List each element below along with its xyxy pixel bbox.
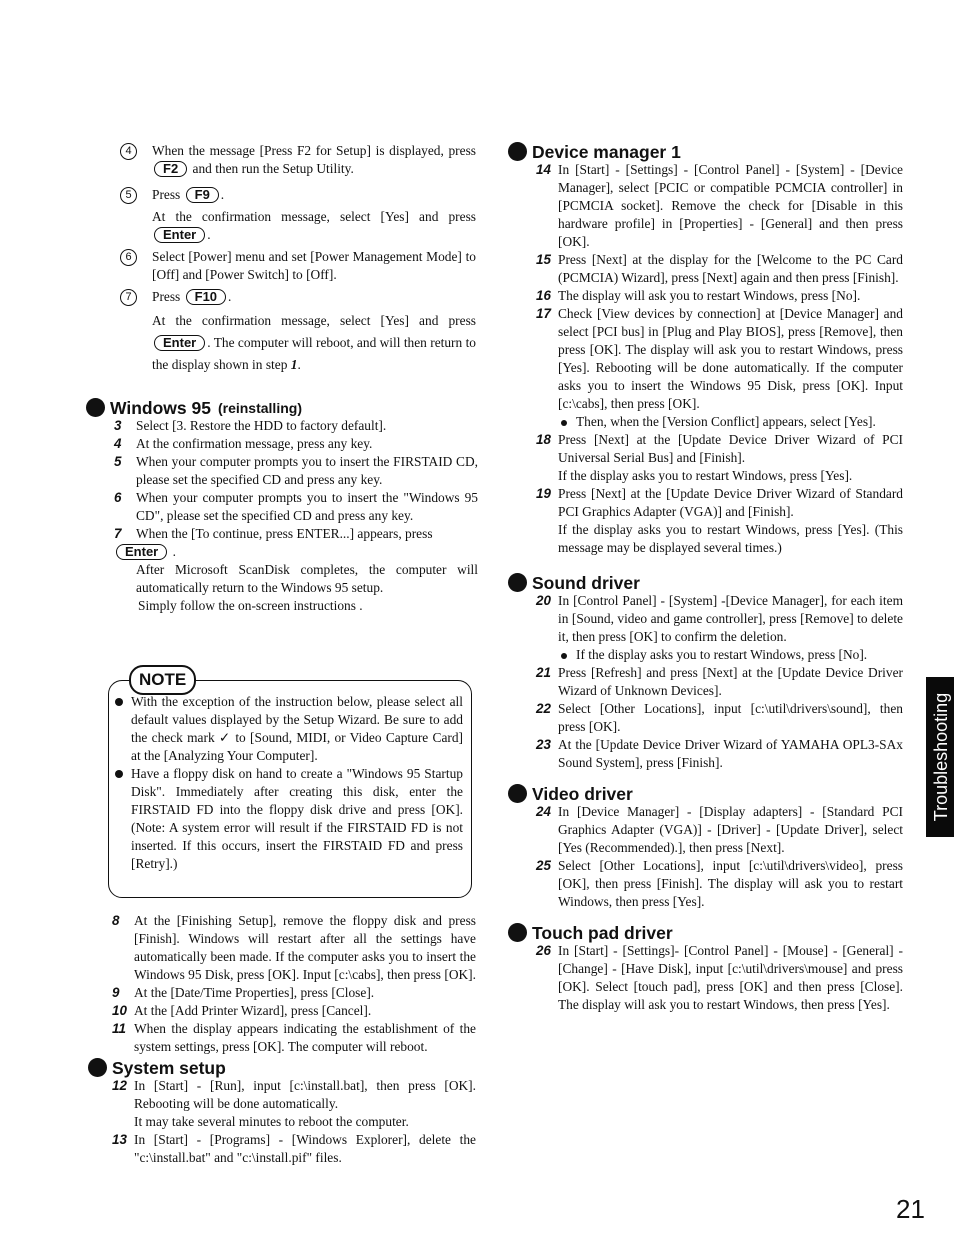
circled-number: 6 [120, 249, 137, 266]
bullet-icon [558, 413, 576, 431]
section-tab: Troubleshooting [926, 677, 954, 837]
circled-number: 7 [120, 289, 137, 306]
page-number: 21 [896, 1194, 925, 1224]
enter-key-icon: Enter [154, 335, 206, 351]
list-item: 14 In [Start] - [Settings] - [Control Pan… [536, 162, 903, 249]
bullet-icon [508, 923, 527, 942]
list-item: 22 Select [Other Locations], input [c:\ut… [536, 701, 903, 734]
list-item: 16 The display will ask you to restart Wi… [536, 288, 861, 303]
setup-step-4: 4 When the message [Press F2 for Setup] … [120, 142, 476, 178]
windows95-section: Windows 95 (reinstalling) 3 Select [3. Re… [86, 398, 478, 615]
sub-bullet: If the display asks you to restart Windo… [536, 646, 903, 664]
setup-step-6: 6 Select [Power] menu and set [Power Man… [120, 248, 476, 284]
system-setup-heading: System setup [88, 1058, 476, 1077]
setup-step-7-detail: At the confirmation message, select [Yes… [152, 313, 476, 372]
setup-step-5: 5 Press F9. [120, 186, 476, 204]
bullet-icon [508, 573, 527, 592]
list-item: 6 When your computer prompts you to inser… [114, 490, 478, 523]
list-item: 26 In [Start] - [Settings]- [Control Pane… [536, 943, 903, 1012]
list-item: 19 Press [Next] at the [Update Device Dri… [536, 486, 903, 519]
list-item: 11 When the display appears indicating th… [112, 1021, 476, 1054]
bullet-icon [88, 1058, 107, 1077]
windows95-continued: 8 At the [Finishing Setup], remove the fl… [88, 912, 476, 1167]
bullet-icon [115, 693, 131, 765]
enter-key-icon: Enter [116, 544, 168, 560]
note-box: NOTE With the exception of the instructi… [108, 665, 472, 898]
list-item: 5 When your computer prompts you to inser… [114, 454, 478, 487]
note-item: With the exception of the instruction be… [115, 693, 463, 765]
setup-step-7: 7 Press F10. [120, 288, 476, 306]
list-item: 18 Press [Next] at the [Update Device Dri… [536, 432, 903, 465]
list-item: 9 At the [Date/Time Properties], press [C… [112, 985, 375, 1000]
list-item: 17 Check [View devices by connection] at … [536, 306, 903, 411]
f2-key-icon: F2 [154, 161, 188, 177]
list-item: 23 At the [Update Device Driver Wizard of… [536, 737, 903, 770]
list-item: 15 Press [Next] at the display for the [W… [536, 252, 903, 285]
f9-key-icon: F9 [185, 187, 219, 203]
list-item: 7 When the [To continue, press ENTER...] … [114, 526, 433, 541]
list-item: 13 In [Start] - [Programs] - [Windows Exp… [112, 1132, 476, 1165]
circled-number: 5 [120, 187, 137, 204]
bullet-icon [115, 765, 131, 873]
windows95-heading: Windows 95 (reinstalling) [86, 398, 478, 417]
note-badge: NOTE [129, 665, 197, 695]
list-item: 10 At the [Add Printer Wizard], press [Ca… [112, 1003, 372, 1018]
list-item: 8 At the [Finishing Setup], remove the fl… [112, 913, 476, 982]
left-column: 4 When the message [Press F2 for Setup] … [120, 142, 476, 376]
bullet-icon [508, 784, 527, 803]
list-item: 21 Press [Refresh] and press [Next] at th… [536, 665, 903, 698]
video-driver-heading: Video driver [508, 784, 903, 803]
sub-bullet: Then, when the [Version Conflict] appear… [536, 413, 903, 431]
bullet-icon [86, 398, 105, 417]
note-item: Have a floppy disk on hand to create a "… [115, 765, 463, 873]
bullet-icon [508, 142, 527, 161]
list-item: 24 In [Device Manager] - [Display adapter… [536, 804, 903, 855]
list-item: 3 Select [3. Restore the HDD to factory d… [114, 418, 387, 433]
enter-key-icon: Enter [154, 227, 206, 243]
right-column: Device manager 1 14 In [Start] - [Setting… [508, 142, 903, 1014]
list-item: 12 In [Start] - [Run], input [c:\install.… [112, 1078, 476, 1111]
bullet-icon [558, 646, 576, 664]
list-item: 20 In [Control Panel] - [System] -[Device… [536, 593, 903, 644]
setup-step-5-detail: At the confirmation message, select [Yes… [152, 209, 476, 243]
circled-number: 4 [120, 143, 137, 160]
sound-driver-heading: Sound driver [508, 573, 903, 592]
device-manager-heading: Device manager 1 [508, 142, 903, 161]
list-item: 4 At the confirmation message, press any … [114, 436, 373, 451]
touch-pad-driver-heading: Touch pad driver [508, 923, 903, 942]
list-item: 25 Select [Other Locations], input [c:\ut… [536, 858, 903, 909]
f10-key-icon: F10 [185, 289, 227, 305]
